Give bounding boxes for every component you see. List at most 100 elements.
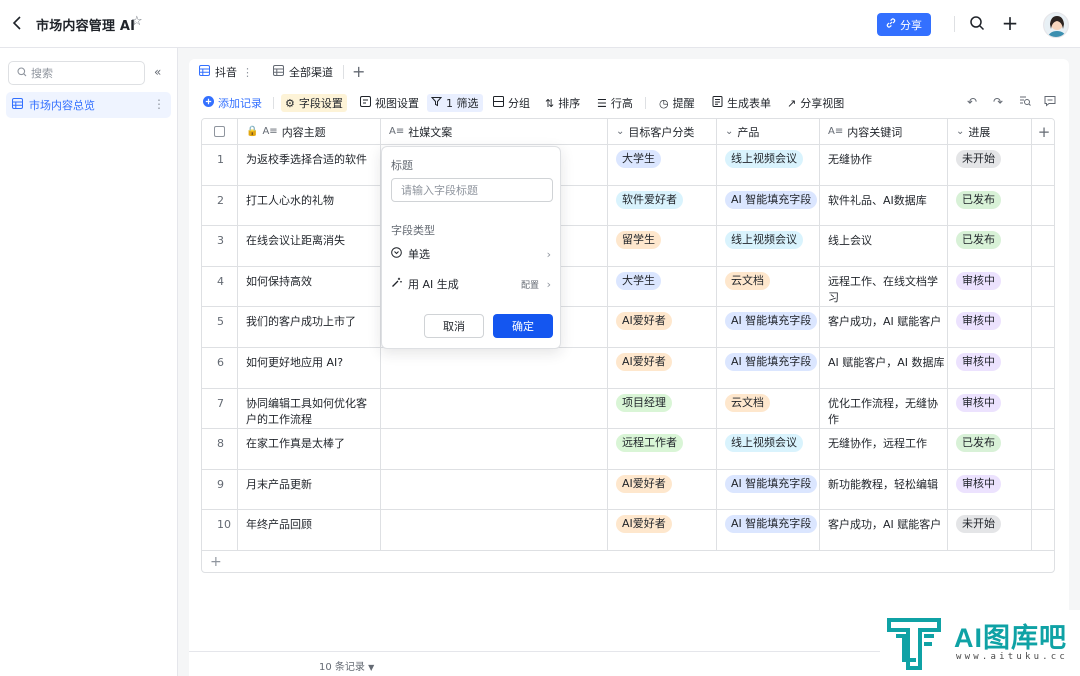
confirm-button[interactable]: 确定: [493, 314, 553, 338]
product-cell[interactable]: AI 智能填充字段: [717, 185, 820, 226]
status-cell[interactable]: 审核中: [948, 266, 1032, 307]
status-cell[interactable]: 审核中: [948, 388, 1032, 429]
select-all-checkbox[interactable]: [214, 126, 225, 137]
product-cell[interactable]: AI 智能填充字段: [717, 510, 820, 550]
topic-cell[interactable]: 在线会议让距离消失: [238, 226, 381, 266]
sidebar-search-input[interactable]: 搜索: [8, 61, 145, 85]
product-cell[interactable]: AI 智能填充字段: [717, 307, 820, 347]
customer-cell[interactable]: 远程工作者: [608, 429, 717, 469]
copy-cell[interactable]: [381, 348, 608, 388]
column-header-topic[interactable]: 🔒 A≡ 内容主题: [238, 119, 381, 144]
empty-cell[interactable]: [1032, 145, 1054, 185]
copy-cell[interactable]: [381, 469, 608, 510]
empty-cell[interactable]: [1032, 226, 1054, 266]
customer-cell[interactable]: 软件爱好者: [608, 185, 717, 226]
status-cell[interactable]: 已发布: [948, 429, 1032, 469]
field-settings-button[interactable]: ⚙ 字段设置: [281, 94, 347, 112]
more-icon[interactable]: ⋮: [153, 97, 165, 111]
tab-douyin[interactable]: 抖音 ⋮: [189, 59, 263, 85]
column-header-product[interactable]: ⌄ 产品: [717, 119, 820, 144]
customer-cell[interactable]: 大学生: [608, 145, 717, 185]
row-number-cell[interactable]: 3: [202, 226, 238, 266]
empty-cell[interactable]: [1032, 470, 1054, 510]
empty-cell[interactable]: [1032, 389, 1054, 429]
group-button[interactable]: 分组: [489, 94, 534, 112]
customer-cell[interactable]: 项目经理: [608, 388, 717, 429]
filter-button[interactable]: 1 筛选: [427, 94, 483, 112]
row-number-cell[interactable]: 1: [202, 145, 238, 185]
table-row[interactable]: 3 在线会议让距离消失 留学生 线上视频会议 线上会议 已发布: [202, 226, 1054, 267]
copy-cell[interactable]: [381, 388, 608, 429]
record-count[interactable]: 10 条记录 ▼: [319, 658, 374, 673]
keywords-cell[interactable]: 优化工作流程，无缝协作: [820, 388, 948, 429]
status-cell[interactable]: 审核中: [948, 348, 1032, 388]
keywords-cell[interactable]: 无缝协作，远程工作: [820, 429, 948, 469]
table-row[interactable]: 5 我们的客户成功上市了 AI爱好者 AI 智能填充字段 客户成功，AI 赋能客户 审核中: [202, 307, 1054, 348]
product-cell[interactable]: AI 智能填充字段: [717, 469, 820, 510]
comment-icon[interactable]: [1043, 95, 1057, 109]
row-number-cell[interactable]: 6: [202, 348, 238, 388]
status-cell[interactable]: 审核中: [948, 469, 1032, 510]
table-row[interactable]: 4 如何保持高效 大学生 云文档 远程工作、在线文档学习 审核中: [202, 266, 1054, 308]
add-row-icon[interactable]: +: [202, 552, 1054, 572]
row-number-cell[interactable]: 7: [202, 388, 238, 429]
tab-all-channels[interactable]: 全部渠道: [263, 59, 343, 85]
topic-cell[interactable]: 年终产品回顾: [238, 510, 381, 550]
status-cell[interactable]: 审核中: [948, 307, 1032, 347]
status-cell[interactable]: 已发布: [948, 185, 1032, 226]
product-cell[interactable]: 云文档: [717, 388, 820, 429]
back-arrow-icon[interactable]: [12, 16, 24, 32]
share-view-button[interactable]: ↗ 分享视图: [783, 94, 848, 112]
table-row[interactable]: 10 年终产品回顾 AI爱好者 AI 智能填充字段 客户成功，AI 赋能客户 未开始: [202, 510, 1054, 551]
undo-icon[interactable]: ↶: [965, 95, 979, 109]
table-row[interactable]: 2 打工人心水的礼物 软件爱好者 AI 智能填充字段 软件礼品、AI数据库 已发布: [202, 185, 1054, 227]
add-column-icon[interactable]: +: [1032, 119, 1054, 144]
empty-cell[interactable]: [1032, 510, 1054, 550]
view-settings-button[interactable]: 视图设置: [356, 94, 423, 112]
column-header-customer[interactable]: ⌄ 目标客户分类: [608, 119, 717, 144]
customer-cell[interactable]: AI爱好者: [608, 307, 717, 347]
status-cell[interactable]: 未开始: [948, 145, 1032, 185]
table-row[interactable]: 7 协同编辑工具如何优化客户的工作流程 项目经理 云文档 优化工作流程，无缝协作 审核中: [202, 388, 1054, 430]
keywords-cell[interactable]: 软件礼品、AI数据库: [820, 185, 948, 226]
column-header-status[interactable]: ⌄ 进展: [948, 119, 1032, 144]
row-number-cell[interactable]: 9: [202, 469, 238, 510]
table-row[interactable]: 8 在家工作真是太棒了 远程工作者 线上视频会议 无缝协作，远程工作 已发布: [202, 429, 1054, 470]
redo-icon[interactable]: ↷: [991, 95, 1005, 109]
product-cell[interactable]: 云文档: [717, 266, 820, 307]
topic-cell[interactable]: 如何保持高效: [238, 266, 381, 307]
table-row[interactable]: 9 月末产品更新 AI爱好者 AI 智能填充字段 新功能教程，轻松编辑 审核中: [202, 469, 1054, 511]
topic-cell[interactable]: 协同编辑工具如何优化客户的工作流程: [238, 388, 381, 429]
empty-cell[interactable]: [1032, 307, 1054, 347]
topic-cell[interactable]: 月末产品更新: [238, 469, 381, 510]
product-cell[interactable]: 线上视频会议: [717, 145, 820, 185]
customer-cell[interactable]: AI爱好者: [608, 469, 717, 510]
column-header-keywords[interactable]: A≡ 内容关键词: [820, 119, 948, 144]
customer-cell[interactable]: AI爱好者: [608, 510, 717, 550]
status-cell[interactable]: 未开始: [948, 510, 1032, 550]
generate-form-button[interactable]: 生成表单: [708, 94, 775, 112]
add-record-button[interactable]: 添加记录: [199, 94, 266, 112]
product-cell[interactable]: 线上视频会议: [717, 226, 820, 266]
sort-button[interactable]: ⇅ 排序: [541, 94, 584, 112]
keywords-cell[interactable]: AI 赋能客户，AI 数据库: [820, 348, 948, 388]
avatar[interactable]: [1043, 12, 1069, 38]
topic-cell[interactable]: 我们的客户成功上市了: [238, 307, 381, 347]
remind-button[interactable]: ◷ 提醒: [655, 94, 699, 112]
search-icon[interactable]: [969, 15, 987, 33]
product-cell[interactable]: AI 智能填充字段: [717, 348, 820, 388]
row-height-button[interactable]: ☰ 行高: [593, 94, 637, 112]
topic-cell[interactable]: 打工人心水的礼物: [238, 185, 381, 226]
keywords-cell[interactable]: 无缝协作: [820, 145, 948, 185]
keywords-cell[interactable]: 客户成功，AI 赋能客户: [820, 307, 948, 347]
copy-cell[interactable]: [381, 510, 608, 550]
config-link[interactable]: 配置: [521, 278, 539, 291]
empty-cell[interactable]: [1032, 348, 1054, 388]
empty-cell[interactable]: [1032, 186, 1054, 226]
empty-cell[interactable]: [1032, 267, 1054, 307]
sidebar-item-overview[interactable]: 市场内容总览 ⋮: [6, 92, 171, 118]
share-button[interactable]: 分享: [877, 13, 931, 36]
table-row[interactable]: 6 如何更好地应用 AI? AI爱好者 AI 智能填充字段 AI 赋能客户，AI 数据库…: [202, 348, 1054, 389]
keywords-cell[interactable]: 客户成功，AI 赋能客户: [820, 510, 948, 550]
copy-cell[interactable]: [381, 429, 608, 469]
